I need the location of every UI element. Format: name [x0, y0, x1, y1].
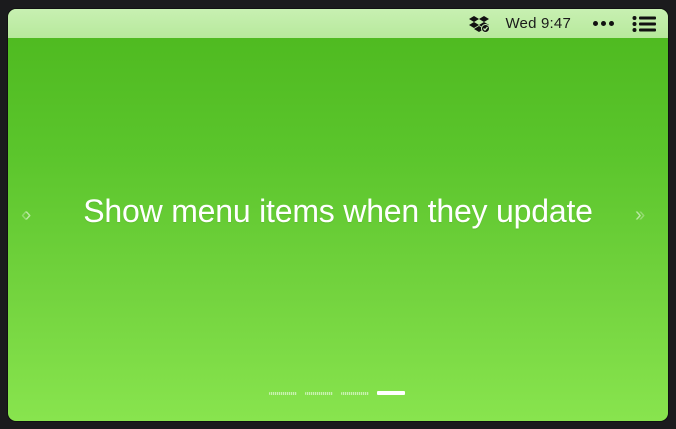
page-dot[interactable] [269, 391, 297, 395]
chevron-right-icon: › [638, 204, 645, 226]
preview-window: Wed 9:47 ‹ › Show menu items when they up… [8, 9, 668, 421]
menubar-clock[interactable]: Wed 9:47 [505, 15, 571, 32]
more-dots-icon[interactable] [593, 21, 614, 26]
page-dot-active[interactable] [377, 391, 405, 395]
slide-title: Show menu items when they update [83, 193, 593, 229]
next-slide-arrow[interactable]: › › [635, 204, 645, 226]
list-menu-icon[interactable] [632, 15, 656, 33]
page-dot[interactable] [305, 391, 333, 395]
dropbox-icon[interactable] [469, 15, 491, 33]
page-dot[interactable] [341, 391, 369, 395]
menu-bar: Wed 9:47 [8, 9, 668, 38]
page-indicator [269, 391, 405, 395]
